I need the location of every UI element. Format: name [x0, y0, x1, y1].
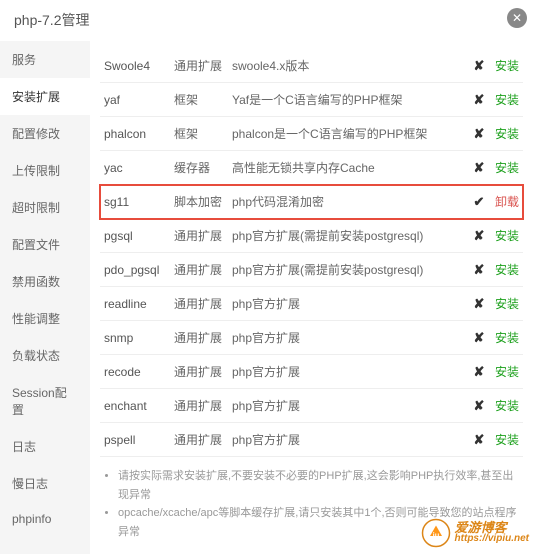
table-row: yaf框架Yaf是一个C语言编写的PHP框架✘ 安装: [100, 83, 523, 117]
ext-type: 通用扩展: [170, 355, 228, 389]
x-icon: ✘: [467, 321, 491, 355]
ext-desc: php官方扩展(需提前安装postgresql): [228, 253, 467, 287]
ext-type: 通用扩展: [170, 287, 228, 321]
x-icon: ✘: [467, 253, 491, 287]
ext-type: 通用扩展: [170, 219, 228, 253]
install-button[interactable]: 安装: [495, 127, 519, 141]
x-icon: ✘: [467, 389, 491, 423]
ext-desc: php官方扩展: [228, 389, 467, 423]
table-row: yac缓存器高性能无锁共享内存Cache✘ 安装: [100, 151, 523, 185]
ext-desc: php代码混淆加密: [228, 185, 467, 219]
x-icon: ✘: [467, 355, 491, 389]
watermark-icon: iu: [421, 518, 451, 548]
watermark: iu 爱游博客 https://vipiu.net: [421, 518, 529, 548]
sidebar: 服务 安装扩展 配置修改 上传限制 超时限制 配置文件 禁用函数 性能调整 负载…: [0, 41, 90, 554]
table-row: pgsql通用扩展php官方扩展(需提前安装postgresql)✘ 安装: [100, 219, 523, 253]
x-icon: ✘: [467, 117, 491, 151]
x-icon: ✘: [467, 83, 491, 117]
ext-type: 通用扩展: [170, 321, 228, 355]
table-row: pspell通用扩展php官方扩展✘ 安装: [100, 423, 523, 457]
table-row: readline通用扩展php官方扩展✘ 安装: [100, 287, 523, 321]
ext-name: Swoole4: [100, 49, 170, 83]
sidebar-item-service[interactable]: 服务: [0, 41, 90, 78]
ext-desc: php官方扩展: [228, 355, 467, 389]
install-button[interactable]: 安装: [495, 59, 519, 73]
sidebar-item-config-file[interactable]: 配置文件: [0, 226, 90, 263]
install-button[interactable]: 安装: [495, 263, 519, 277]
sidebar-item-slowlog[interactable]: 慢日志: [0, 465, 90, 502]
x-icon: ✘: [467, 219, 491, 253]
table-row: snmp通用扩展php官方扩展✘ 安装: [100, 321, 523, 355]
ext-desc: php官方扩展: [228, 321, 467, 355]
install-button[interactable]: 安装: [495, 93, 519, 107]
ext-desc: swoole4.x版本: [228, 49, 467, 83]
sidebar-item-perf[interactable]: 性能调整: [0, 300, 90, 337]
ext-type: 通用扩展: [170, 49, 228, 83]
ext-desc: 高性能无锁共享内存Cache: [228, 151, 467, 185]
sidebar-item-install-ext[interactable]: 安装扩展: [0, 78, 90, 115]
sidebar-item-phpinfo[interactable]: phpinfo: [0, 502, 90, 536]
ext-type: 缓存器: [170, 151, 228, 185]
ext-type: 通用扩展: [170, 253, 228, 287]
svg-text:iu: iu: [432, 530, 439, 539]
ext-desc: php官方扩展: [228, 423, 467, 457]
ext-name: pdo_pgsql: [100, 253, 170, 287]
install-button[interactable]: 安装: [495, 433, 519, 447]
sidebar-item-config-edit[interactable]: 配置修改: [0, 115, 90, 152]
sidebar-item-log[interactable]: 日志: [0, 428, 90, 465]
ext-name: readline: [100, 287, 170, 321]
page-title: php-7.2管理: [14, 12, 89, 28]
uninstall-button[interactable]: 卸载: [495, 195, 519, 209]
ext-desc: phalcon是一个C语言编写的PHP框架: [228, 117, 467, 151]
ext-name: phalcon: [100, 117, 170, 151]
sidebar-item-disabled-func[interactable]: 禁用函数: [0, 263, 90, 300]
table-row: phalcon框架phalcon是一个C语言编写的PHP框架✘ 安装: [100, 117, 523, 151]
x-icon: ✘: [467, 423, 491, 457]
ext-type: 脚本加密: [170, 185, 228, 219]
x-icon: ✘: [467, 151, 491, 185]
sidebar-item-load[interactable]: 负载状态: [0, 337, 90, 374]
ext-name: pgsql: [100, 219, 170, 253]
install-button[interactable]: 安装: [495, 399, 519, 413]
ext-name: enchant: [100, 389, 170, 423]
sidebar-item-upload-limit[interactable]: 上传限制: [0, 152, 90, 189]
x-icon: ✘: [467, 49, 491, 83]
table-row: enchant通用扩展php官方扩展✘ 安装: [100, 389, 523, 423]
ext-name: recode: [100, 355, 170, 389]
install-button[interactable]: 安装: [495, 297, 519, 311]
install-button[interactable]: 安装: [495, 365, 519, 379]
install-button[interactable]: 安装: [495, 331, 519, 345]
check-icon: ✔: [467, 185, 491, 219]
table-row: sg11脚本加密php代码混淆加密✔ 卸载: [100, 185, 523, 219]
ext-desc: php官方扩展: [228, 287, 467, 321]
ext-type: 通用扩展: [170, 423, 228, 457]
table-row: recode通用扩展php官方扩展✘ 安装: [100, 355, 523, 389]
table-row: Swoole4通用扩展swoole4.x版本✘ 安装: [100, 49, 523, 83]
close-icon[interactable]: ✕: [507, 8, 527, 28]
ext-type: 通用扩展: [170, 389, 228, 423]
sidebar-item-timeout[interactable]: 超时限制: [0, 189, 90, 226]
watermark-url: https://vipiu.net: [455, 534, 529, 544]
ext-name: yac: [100, 151, 170, 185]
x-icon: ✘: [467, 287, 491, 321]
content-panel: Swoole4通用扩展swoole4.x版本✘安装yaf框架Yaf是一个C语言编…: [90, 41, 535, 554]
ext-desc: php官方扩展(需提前安装postgresql): [228, 219, 467, 253]
ext-type: 框架: [170, 117, 228, 151]
ext-type: 框架: [170, 83, 228, 117]
ext-name: yaf: [100, 83, 170, 117]
install-button[interactable]: 安装: [495, 161, 519, 175]
watermark-name: 爱游博客: [455, 521, 529, 534]
note-line: 请按实际需求安装扩展,不要安装不必要的PHP扩展,这会影响PHP执行效率,甚至出…: [118, 467, 523, 504]
table-row: pdo_pgsql通用扩展php官方扩展(需提前安装postgresql)✘ 安装: [100, 253, 523, 287]
ext-name: snmp: [100, 321, 170, 355]
install-button[interactable]: 安装: [495, 229, 519, 243]
extensions-table: Swoole4通用扩展swoole4.x版本✘安装yaf框架Yaf是一个C语言编…: [100, 49, 523, 457]
sidebar-item-session[interactable]: Session配置: [0, 374, 90, 428]
ext-name: sg11: [100, 185, 170, 219]
ext-name: pspell: [100, 423, 170, 457]
ext-desc: Yaf是一个C语言编写的PHP框架: [228, 83, 467, 117]
